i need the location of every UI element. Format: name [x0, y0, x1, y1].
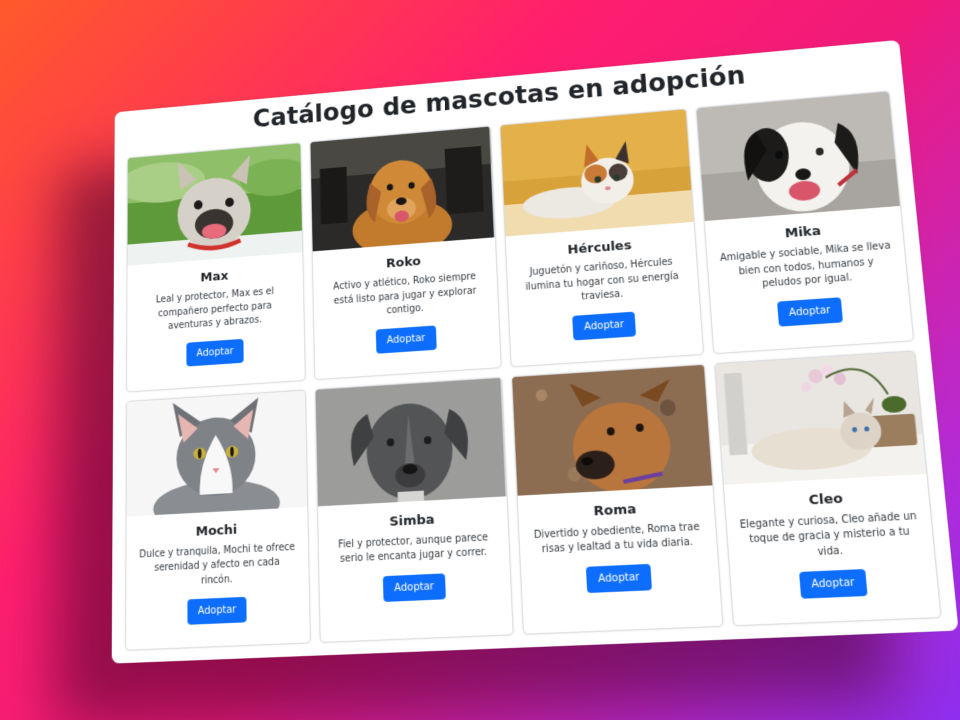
card-body: Roko Activo y atlético, Roko siempre est…	[313, 237, 500, 367]
pet-description: Divertido y obediente, Roma trae risas y…	[533, 521, 700, 556]
pet-name: Mochi	[195, 522, 238, 540]
pet-card-mika: Mika Amigable y sociable, Mika se lleva …	[695, 90, 915, 354]
background-stage: Catálogo de mascotas en adopción Max Lea…	[0, 0, 960, 720]
card-body: Simba Fiel y protector, aunque parece se…	[318, 496, 511, 615]
card-body: Hércules Juguetón y cariñoso, Hércules i…	[505, 222, 702, 354]
pet-name: Cleo	[808, 490, 844, 509]
pet-description: Juguetón y cariñoso, Hércules ilumina tu…	[525, 256, 679, 303]
pet-description: Fiel y protector, aunque parece serio le…	[338, 531, 489, 565]
adopt-button-mochi[interactable]: Adoptar	[187, 596, 248, 625]
pet-photo-hercules	[500, 109, 694, 237]
pet-card-hercules: Hércules Juguetón y cariñoso, Hércules i…	[499, 108, 704, 367]
adopt-button-max[interactable]: Adoptar	[186, 338, 245, 367]
pet-photo-simba	[315, 377, 506, 506]
pet-description: Amigable y sociable, Mika se lleva bien …	[719, 240, 892, 290]
pet-grid: Max Leal y protector, Max es el compañer…	[125, 90, 942, 651]
pet-description: Leal y protector, Max es el compañero pe…	[155, 286, 275, 332]
card-body: Cleo Elegante y curiosa, Cleo añade un t…	[724, 473, 940, 612]
card-body: Mika Amigable y sociable, Mika se lleva …	[704, 206, 911, 341]
pet-description: Elegante y curiosa, Cleo añade un toque …	[739, 510, 918, 558]
pet-name: Hércules	[567, 238, 633, 258]
pet-card-roko: Roko Activo y atlético, Roko siempre est…	[309, 125, 502, 380]
pet-card-max: Max Leal y protector, Max es el compañer…	[126, 142, 307, 393]
card-body: Mochi Dulce y tranquila, Mochi te ofrece…	[126, 506, 310, 637]
pet-photo-max	[127, 143, 303, 266]
pet-name: Roko	[385, 254, 422, 272]
pet-name: Mika	[784, 223, 822, 242]
pet-photo-roma	[511, 364, 713, 496]
pet-card-simba: Simba Fiel y protector, aunque parece se…	[314, 376, 514, 643]
adopt-button-cleo[interactable]: Adoptar	[798, 568, 868, 599]
pet-photo-cleo	[714, 350, 927, 485]
browser-window: Catálogo de mascotas en adopción Max Lea…	[111, 39, 959, 664]
adopt-button-roma[interactable]: Adoptar	[586, 563, 652, 593]
pet-description: Dulce y tranquila, Mochi te ofrece seren…	[139, 541, 296, 587]
pet-photo-mika	[696, 91, 900, 222]
adopt-button-mika[interactable]: Adoptar	[776, 296, 844, 327]
adopt-button-simba[interactable]: Adoptar	[382, 572, 446, 602]
card-body: Max Leal y protector, Max es el compañer…	[127, 252, 305, 379]
pet-name: Max	[200, 269, 229, 286]
card-body: Roma Divertido y obediente, Roma trae ri…	[517, 485, 720, 606]
pet-description: Activo y atlético, Roko siempre está lis…	[333, 271, 477, 317]
pet-name: Roma	[593, 501, 637, 520]
pet-card-mochi: Mochi Dulce y tranquila, Mochi te ofrece…	[125, 389, 312, 651]
adopt-button-roko[interactable]: Adoptar	[375, 324, 437, 354]
pet-card-roma: Roma Divertido y obediente, Roma trae ri…	[510, 363, 724, 635]
pet-photo-roko	[310, 126, 495, 252]
pet-photo-mochi	[126, 390, 308, 517]
pet-card-cleo: Cleo Elegante y curiosa, Cleo añade un t…	[713, 349, 942, 627]
pet-name: Simba	[389, 511, 435, 530]
adopt-button-hercules[interactable]: Adoptar	[572, 311, 636, 340]
